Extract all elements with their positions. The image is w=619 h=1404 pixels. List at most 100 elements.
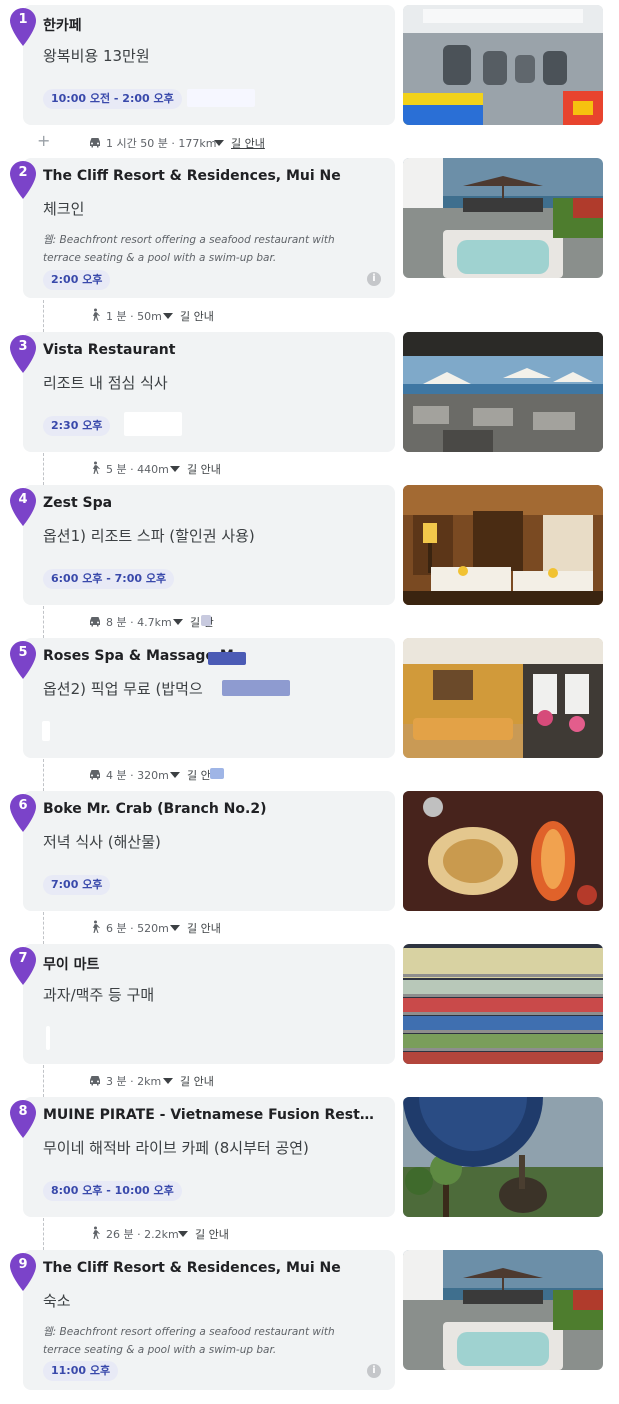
map-pin-icon: 3 (9, 334, 37, 374)
stop-description: 옵션2) 픽업 무료 (밥먹으 (43, 680, 203, 698)
time-badge[interactable]: 11:00 오후 (43, 1361, 119, 1381)
route-line (43, 300, 44, 332)
directions-link[interactable]: 길 안내 (180, 1073, 214, 1089)
stop-title[interactable]: MUINE PIRATE - Vietnamese Fusion Restaur… (43, 1107, 383, 1123)
time-badge[interactable]: 2:30 오후 (43, 416, 111, 436)
car-icon (90, 617, 100, 627)
itinerary-stop-4[interactable]: 4 Zest Spa 옵션1) 리조트 스파 (할인권 사용) 6:00 오후 … (0, 485, 619, 607)
travel-leg-4: 8 분 · 4.7km 길 안 (0, 606, 619, 638)
info-icon[interactable]: i (367, 272, 381, 286)
time-badge[interactable]: 8:00 오후 - 10:00 오후 (43, 1181, 182, 1201)
redacted-text (46, 1026, 50, 1050)
stop-description: 체크인 (43, 200, 85, 218)
redacted-text (187, 89, 255, 107)
chevron-down-icon[interactable] (170, 772, 180, 778)
stop-photo-resort-terrace[interactable] (403, 1250, 603, 1370)
directions-link[interactable]: 길 안내 (195, 1226, 229, 1242)
route-line (43, 606, 44, 638)
add-stop-icon[interactable]: + (37, 133, 50, 149)
stop-title[interactable]: Zest Spa (43, 495, 383, 511)
stop-photo-mart-fridge[interactable] (403, 944, 603, 1064)
travel-leg-8: 26 분 · 2.2km 길 안내 (0, 1218, 619, 1250)
travel-leg-5: 4 분 · 320m 길 안 (0, 759, 619, 791)
travel-leg-1: + 1 시간 50 분 · 177km 길 안내 (0, 127, 619, 159)
itinerary-stop-9[interactable]: 9 The Cliff Resort & Residences, Mui Ne … (0, 1250, 619, 1390)
itinerary-stop-7[interactable]: 7 무이 마트 과자/맥주 등 구매 (0, 944, 619, 1066)
stop-description: 숙소 (43, 1292, 71, 1310)
stop-title[interactable]: The Cliff Resort & Residences, Mui Ne (43, 1260, 383, 1276)
stop-description: 무이네 해적바 라이브 카페 (8시부터 공연) (43, 1139, 309, 1157)
itinerary-stop-8[interactable]: 8 MUINE PIRATE - Vietnamese Fusion Resta… (0, 1097, 619, 1219)
itinerary-stop-2[interactable]: 2 The Cliff Resort & Residences, Mui Ne … (0, 158, 619, 298)
stop-photo-spa-room[interactable] (403, 485, 603, 605)
chevron-down-icon[interactable] (170, 925, 180, 931)
stop-number: 9 (18, 1257, 28, 1272)
chevron-down-icon[interactable] (170, 466, 180, 472)
stop-description: 옵션1) 리조트 스파 (할인권 사용) (43, 527, 255, 545)
route-line (43, 1065, 44, 1097)
stop-title[interactable]: 무이 마트 (43, 954, 383, 974)
walk-icon (93, 1226, 100, 1239)
redacted-text (42, 721, 50, 741)
travel-leg-3: 5 분 · 440m 길 안내 (0, 453, 619, 485)
stop-number: 4 (18, 492, 28, 507)
web-summary-text: Beachfront resort offering a seafood res… (43, 1326, 335, 1356)
directions-link[interactable]: 길 안내 (231, 135, 265, 151)
directions-link[interactable]: 길 안내 (187, 920, 221, 936)
walk-icon (93, 461, 100, 474)
stop-title[interactable]: 한카페 (43, 15, 383, 35)
travel-duration-distance: 5 분 · 440m (106, 463, 169, 476)
redacted-text (222, 680, 290, 696)
redacted-text (124, 412, 182, 436)
travel-leg-7: 3 분 · 2km 길 안내 (0, 1065, 619, 1097)
map-pin-icon: 7 (9, 946, 37, 986)
travel-leg-6: 6 분 · 520m 길 안내 (0, 912, 619, 944)
time-badge[interactable]: 10:00 오전 - 2:00 오후 (43, 89, 182, 109)
stop-photo-pirate-sign[interactable] (403, 1097, 603, 1217)
directions-link[interactable]: 길 안 (187, 767, 211, 783)
stop-photo-bus-interior[interactable] (403, 5, 603, 125)
web-summary-prefix: 웹: (43, 234, 57, 246)
directions-link[interactable]: 길 안내 (180, 308, 214, 324)
stop-number: 7 (18, 951, 28, 966)
travel-duration-distance: 1 분 · 50m (106, 310, 162, 323)
time-badge[interactable]: 2:00 오후 (43, 270, 111, 290)
itinerary-stop-1[interactable]: 1 한카페 왕복비용 13만원 10:00 오전 - 2:00 오후 (0, 5, 619, 127)
chevron-down-icon[interactable] (163, 313, 173, 319)
route-line (43, 453, 44, 485)
stop-description: 저녁 식사 (해산물) (43, 833, 161, 851)
stop-number: 2 (18, 165, 28, 180)
stop-photo-massage-lounge[interactable] (403, 638, 603, 758)
stop-photo-restaurant-terrace[interactable] (403, 332, 603, 452)
time-badge[interactable]: 6:00 오후 - 7:00 오후 (43, 569, 175, 589)
chevron-down-icon[interactable] (173, 619, 183, 625)
travel-duration-distance: 26 분 · 2.2km (106, 1228, 179, 1241)
stop-description: 과자/맥주 등 구매 (43, 986, 155, 1004)
redacted-text (201, 615, 211, 626)
itinerary-stop-3[interactable]: 3 Vista Restaurant 리조트 내 점심 식사 2:30 오후 (0, 332, 619, 454)
car-icon (90, 138, 100, 148)
travel-duration-distance: 3 분 · 2km (106, 1075, 162, 1088)
stop-photo-grilled-seafood[interactable] (403, 791, 603, 911)
itinerary-stop-6[interactable]: 6 Boke Mr. Crab (Branch No.2) 저녁 식사 (해산물… (0, 791, 619, 913)
route-line (43, 1218, 44, 1250)
info-icon[interactable]: i (367, 1364, 381, 1378)
stop-number: 5 (18, 645, 28, 660)
stop-photo-resort-terrace[interactable] (403, 158, 603, 278)
time-badge[interactable]: 7:00 오후 (43, 875, 111, 895)
itinerary-stop-5[interactable]: 5 Roses Spa & Massage M 옵션2) 픽업 무료 (밥먹으 (0, 638, 619, 760)
map-pin-icon: 2 (9, 160, 37, 200)
stop-title[interactable]: The Cliff Resort & Residences, Mui Ne (43, 168, 383, 184)
stop-title[interactable]: Vista Restaurant (43, 342, 383, 358)
map-pin-icon: 8 (9, 1099, 37, 1139)
stop-description: 왕복비용 13만원 (43, 47, 150, 65)
chevron-down-icon[interactable] (163, 1078, 173, 1084)
stop-number: 1 (18, 12, 28, 27)
directions-link[interactable]: 길 안내 (187, 461, 221, 477)
map-pin-icon: 6 (9, 793, 37, 833)
travel-duration-distance: 8 분 · 4.7km (106, 616, 172, 629)
chevron-down-icon[interactable] (214, 140, 224, 146)
redacted-text (210, 768, 224, 779)
chevron-down-icon[interactable] (178, 1231, 188, 1237)
stop-title[interactable]: Boke Mr. Crab (Branch No.2) (43, 801, 383, 817)
